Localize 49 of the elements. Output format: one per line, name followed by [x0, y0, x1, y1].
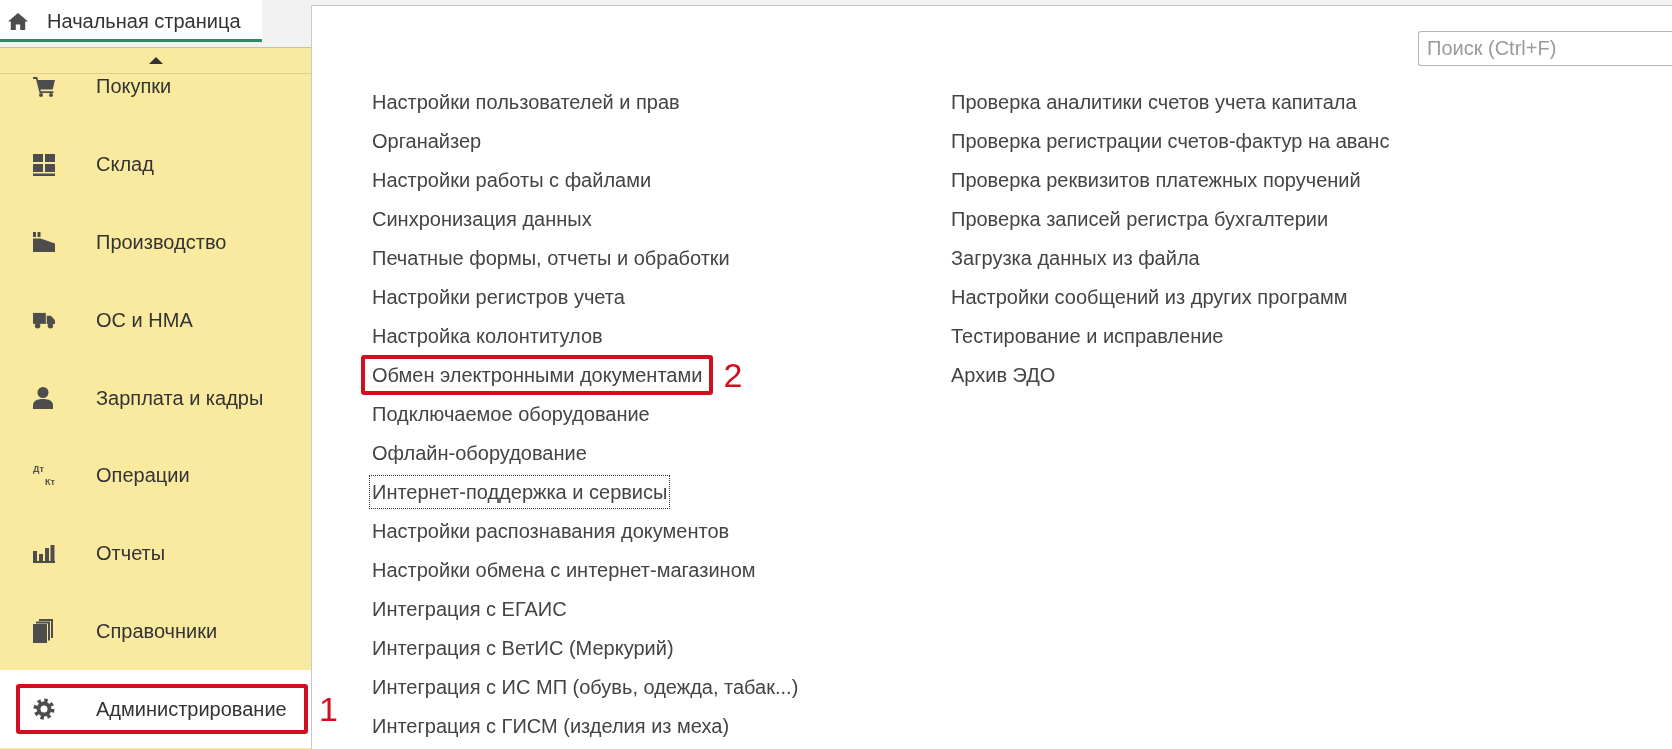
- menu-link[interactable]: Обмен электронными документами: [370, 358, 705, 391]
- menu-link[interactable]: Настройки сообщений из других программ: [949, 280, 1350, 313]
- menu-link[interactable]: Интернет-поддержка и сервисы: [370, 475, 670, 508]
- menu-link[interactable]: Настройки пользователей и прав: [370, 85, 682, 118]
- documents-icon: [33, 619, 53, 644]
- menu-link[interactable]: Проверка реквизитов платежных поручений: [949, 163, 1363, 196]
- callout-number: 2: [723, 357, 743, 392]
- menu-link[interactable]: Интеграция с ЕГАИС: [370, 592, 569, 625]
- debit-credit-icon: Дт Кт: [33, 464, 55, 487]
- sidebar-item[interactable]: Зарплата и кадры: [16, 386, 308, 411]
- menu-link[interactable]: Загрузка данных из файла: [949, 241, 1202, 274]
- menu-link[interactable]: Настройки обмена с интернет-магазином: [370, 553, 758, 586]
- sidebar-item[interactable]: Отчеты: [16, 541, 308, 566]
- menu-link[interactable]: Печатные формы, отчеты и обработки: [370, 241, 732, 274]
- sidebar-item[interactable]: Производство: [16, 230, 308, 255]
- settings-icon: [33, 698, 55, 721]
- cart-icon: [33, 76, 55, 97]
- caret-up-icon: [148, 57, 163, 64]
- sidebar-item[interactable]: Администрирование: [16, 684, 308, 735]
- menu-link[interactable]: Тестирование и исправление: [949, 319, 1226, 352]
- menu-link[interactable]: Синхронизация данных: [370, 202, 594, 235]
- sidebar-item[interactable]: Покупки: [16, 74, 308, 99]
- person-icon: [33, 387, 53, 410]
- menu-link[interactable]: Интеграция с ИС МП (обувь, одежда, табак...): [370, 670, 801, 703]
- sidebar-item[interactable]: Склад: [16, 152, 308, 177]
- boxes-icon: [33, 153, 55, 176]
- menu-link[interactable]: Архив ЭДО: [949, 358, 1058, 391]
- menu-link[interactable]: Настройка колонтитулов: [370, 319, 605, 352]
- menu-link[interactable]: Проверка записей регистра бухгалтерии: [949, 202, 1331, 235]
- sidebar-item[interactable]: Дт Кт Операции: [16, 463, 308, 488]
- menu-link[interactable]: Проверка регистрации счетов-фактур на аванс: [949, 124, 1392, 157]
- tab[interactable]: Начальная страница: [0, 0, 262, 42]
- menu-link[interactable]: Настройки распознавания документов: [370, 514, 732, 547]
- callout-number: 1: [319, 692, 338, 727]
- sidebar-item[interactable]: Справочники: [16, 619, 308, 644]
- menu-link[interactable]: Настройки регистров учета: [370, 280, 627, 313]
- menu-link[interactable]: Проверка аналитики счетов учета капитала: [949, 85, 1359, 118]
- sidebar-item[interactable]: ОС и НМА: [16, 308, 308, 333]
- menu-link[interactable]: Органайзер: [370, 124, 484, 157]
- menu-link[interactable]: Интеграция с ГИСМ (изделия из меха): [370, 709, 732, 742]
- menu-link[interactable]: Интеграция с ВетИС (Меркурий): [370, 631, 676, 664]
- menu-link[interactable]: Офлайн-оборудование: [370, 436, 589, 469]
- home-icon: [8, 12, 28, 30]
- factory-icon: [33, 232, 55, 253]
- truck-icon: [33, 312, 55, 329]
- menu-link[interactable]: Настройки работы с файлами: [370, 163, 654, 196]
- search-field[interactable]: Поиск (Ctrl+F): [1418, 31, 1672, 66]
- bar-chart-icon: [33, 544, 55, 563]
- menu-link[interactable]: Подключаемое оборудование: [370, 397, 652, 430]
